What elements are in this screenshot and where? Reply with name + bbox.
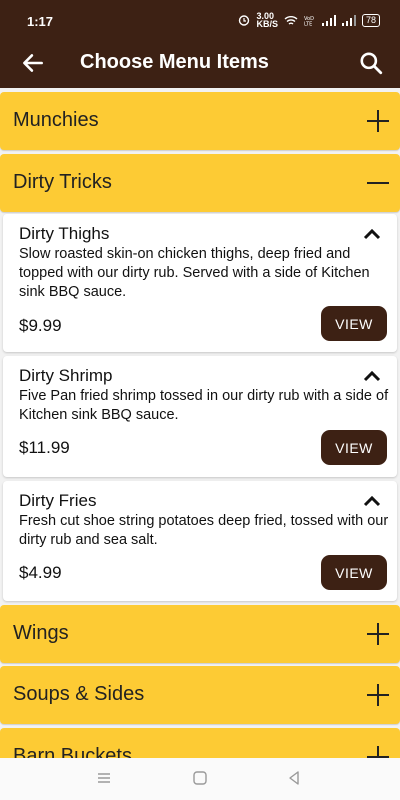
- status-icons: 3.00 KB/S VoD LTE 78: [238, 11, 380, 29]
- home-icon[interactable]: [192, 770, 208, 786]
- item-description: Fresh cut shoe string potatoes deep frie…: [19, 513, 389, 548]
- page-title: Choose Menu Items: [80, 51, 269, 73]
- svg-text:LTE: LTE: [304, 21, 312, 26]
- category-barn-buckets[interactable]: Barn Buckets: [0, 728, 400, 758]
- item-price: $11.99: [19, 438, 70, 457]
- item-name: Dirty Fries: [19, 491, 97, 510]
- view-button[interactable]: VIEW: [321, 306, 387, 341]
- plus-icon[interactable]: [366, 622, 390, 646]
- chevron-up-icon[interactable]: [363, 495, 381, 507]
- plus-icon[interactable]: [366, 109, 390, 133]
- item-price: $4.99: [19, 563, 62, 582]
- alarm-icon: [239, 15, 250, 26]
- search-icon[interactable]: [358, 50, 384, 76]
- back-nav-icon[interactable]: [286, 770, 302, 786]
- category-label: Dirty Tricks: [13, 171, 112, 193]
- category-munchies[interactable]: Munchies: [0, 92, 400, 150]
- category-label: Munchies: [13, 109, 99, 131]
- category-dirty-tricks[interactable]: Dirty Tricks: [0, 154, 400, 212]
- back-arrow-icon[interactable]: [20, 50, 46, 76]
- menu-item-card: Dirty Thighs Slow roasted skin-on chicke…: [3, 214, 397, 352]
- menu-item-card: Dirty Shrimp Five Pan fried shrimp tosse…: [3, 356, 397, 477]
- app-bar: Choose Menu Items: [0, 40, 400, 88]
- menu-content: Munchies Dirty Tricks Dirty Thighs Slow …: [0, 88, 400, 758]
- item-description: Five Pan fried shrimp tossed in our dirt…: [19, 388, 389, 423]
- minus-icon[interactable]: [366, 171, 390, 195]
- category-wings[interactable]: Wings: [0, 605, 400, 663]
- category-soups-sides[interactable]: Soups & Sides: [0, 666, 400, 724]
- volte-icon: VoDLTE: [304, 16, 314, 26]
- category-label: Wings: [13, 622, 69, 644]
- system-navigation-bar: [0, 758, 400, 800]
- view-button[interactable]: VIEW: [321, 430, 387, 465]
- battery-icon: 78: [361, 13, 380, 27]
- signal-icon-2: [341, 14, 356, 26]
- plus-icon[interactable]: [366, 745, 390, 758]
- category-label: Soups & Sides: [13, 683, 145, 705]
- item-description: Slow roasted skin-on chicken thighs, dee…: [19, 246, 370, 300]
- chevron-up-icon[interactable]: [363, 370, 381, 382]
- chevron-up-icon[interactable]: [363, 228, 381, 240]
- plus-icon[interactable]: [366, 683, 390, 707]
- recent-apps-icon[interactable]: [96, 770, 112, 786]
- wifi-icon: [284, 15, 298, 25]
- item-name: Dirty Thighs: [19, 224, 110, 243]
- signal-icon: [321, 14, 336, 26]
- status-time: 1:17: [27, 14, 54, 29]
- view-button[interactable]: VIEW: [321, 555, 387, 590]
- category-label: Barn Buckets: [13, 745, 132, 758]
- status-bar: 1:17 3.00 KB/S VoD LTE 78: [0, 0, 400, 40]
- item-name: Dirty Shrimp: [19, 366, 113, 385]
- item-price: $9.99: [19, 316, 62, 335]
- network-speed: 3.00 KB/S: [256, 11, 278, 29]
- menu-item-card: Dirty Fries Fresh cut shoe string potato…: [3, 481, 397, 601]
